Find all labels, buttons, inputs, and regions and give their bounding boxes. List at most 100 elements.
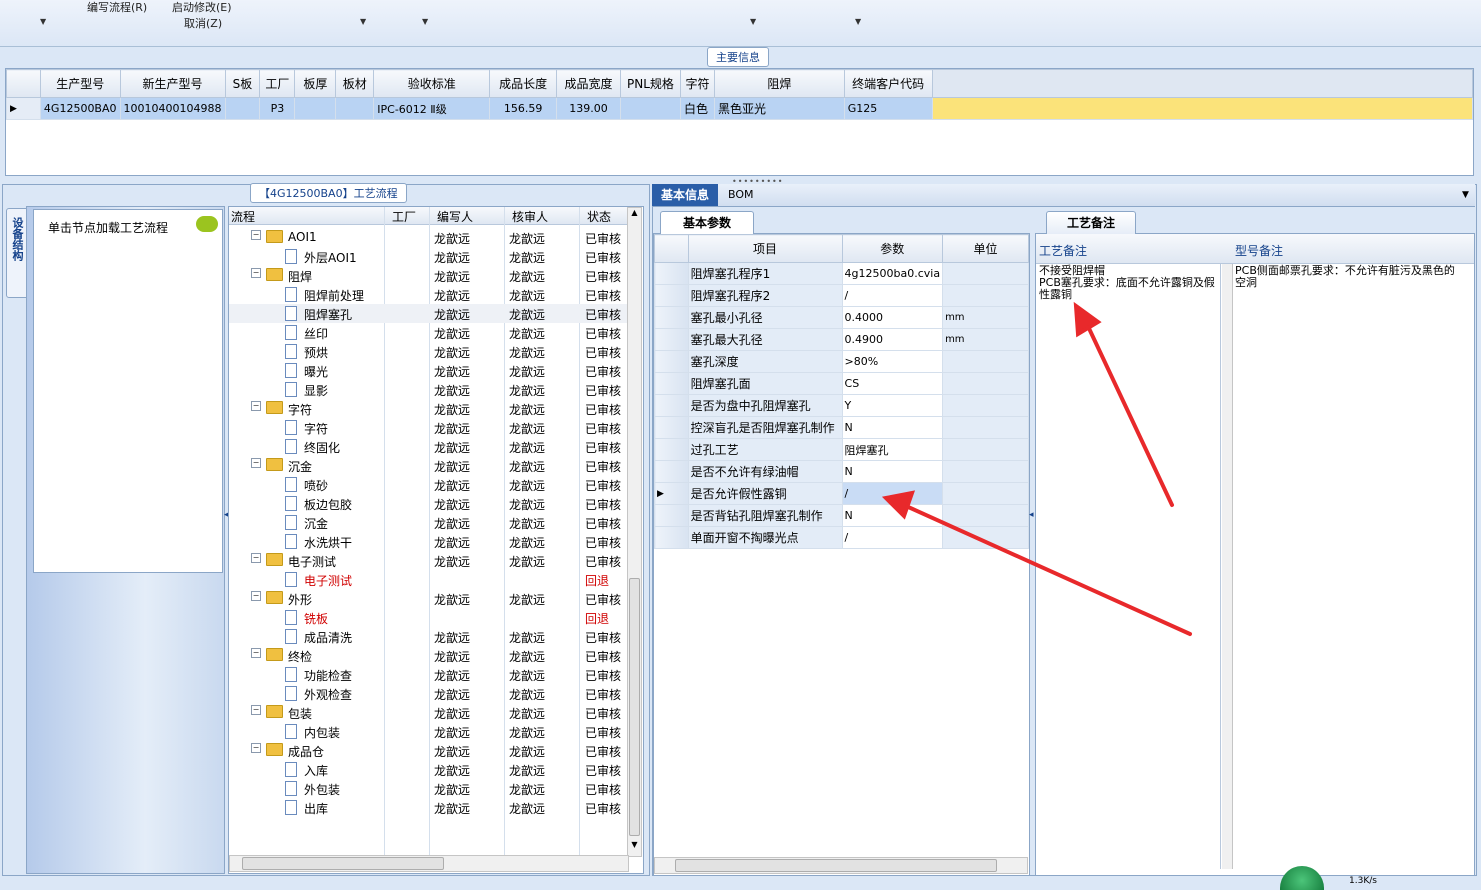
row-header[interactable] (654, 394, 689, 417)
dropdown-arrow-icon[interactable]: ▼ (40, 17, 46, 26)
param-row[interactable]: 单面开窗不掏曝光点 / (654, 526, 1029, 549)
tree-row[interactable]: 终固化 龙歆远 龙歆远 已审核 (229, 437, 627, 456)
tree-row[interactable]: 成品清洗 龙歆远 龙歆远 已审核 (229, 627, 627, 646)
param-row[interactable]: 塞孔深度 >80% (654, 350, 1029, 373)
tree-row[interactable]: 电子测试 回退 (229, 570, 627, 589)
subtab-basic-params[interactable]: 基本参数 (660, 211, 754, 234)
tab-bom[interactable]: BOM (728, 188, 754, 201)
param-row[interactable]: 塞孔最小孔径 0.4000 mm (654, 306, 1029, 329)
tree-row[interactable]: 功能检查 龙歆远 龙歆远 已审核 (229, 665, 627, 684)
param-value[interactable]: N (841, 504, 944, 527)
param-row[interactable]: 阻焊塞孔程序1 4g12500ba0.cvia (654, 262, 1029, 285)
tree-row[interactable]: 入库 龙歆远 龙歆远 已审核 (229, 760, 627, 779)
cell[interactable] (294, 97, 337, 120)
param-value[interactable]: / (841, 526, 944, 549)
tree-row[interactable]: 水洗烘干 龙歆远 龙歆远 已审核 (229, 532, 627, 551)
row-header[interactable] (654, 416, 689, 439)
vertical-scrollbar[interactable] (1222, 264, 1233, 869)
tree-row[interactable]: − 沉金 龙歆远 龙歆远 已审核 (229, 456, 627, 475)
cell[interactable]: 156.59 (489, 97, 558, 120)
tree-row[interactable]: − 电子测试 龙歆远 龙歆远 已审核 (229, 551, 627, 570)
device-list[interactable]: 单击节点加载工艺流程 (33, 209, 223, 573)
col-header[interactable]: PNL规格 (620, 69, 681, 98)
tree-row[interactable]: − 字符 龙歆远 龙歆远 已审核 (229, 399, 627, 418)
cell[interactable]: P3 (259, 97, 296, 120)
model-remark-box[interactable]: PCB侧面邮票孔要求：不允许有脏污及黑色的空洞 (1234, 264, 1464, 869)
param-value[interactable]: 0.4000 (841, 306, 944, 329)
tree-row[interactable]: 内包装 龙歆远 龙歆远 已审核 (229, 722, 627, 741)
collapse-toggle-icon[interactable]: − (251, 591, 261, 601)
row-header[interactable] (654, 460, 689, 483)
cell[interactable] (620, 97, 681, 120)
tab-menu-chevron-down-icon[interactable]: ▼ (1462, 190, 1469, 200)
start-modify-button[interactable]: 启动修改(E) (172, 0, 232, 15)
collapse-toggle-icon[interactable]: − (251, 648, 261, 658)
horizontal-scrollbar[interactable] (229, 855, 629, 872)
scrollbar-thumb[interactable] (675, 859, 997, 872)
col-header[interactable]: 核审人 (512, 208, 548, 225)
tab-basic-info[interactable]: 基本信息 (652, 184, 718, 206)
cell[interactable]: 白色 (679, 97, 715, 120)
param-value[interactable]: / (841, 482, 944, 505)
collapse-toggle-icon[interactable]: − (251, 401, 261, 411)
write-flow-button[interactable]: 编写流程(R) (87, 0, 147, 15)
scrollbar-thumb[interactable] (629, 578, 640, 836)
tree-row[interactable]: 阻焊塞孔 龙歆远 龙歆远 已审核 (229, 304, 627, 323)
row-header[interactable] (654, 526, 689, 549)
col-header[interactable]: 字符 (679, 69, 715, 98)
col-header[interactable]: 编写人 (437, 208, 473, 225)
col-header[interactable]: 终端客户代码 (843, 69, 933, 98)
param-row[interactable]: 控深盲孔是否阻焊塞孔制作 N (654, 416, 1029, 439)
tree-row[interactable]: 喷砂 龙歆远 龙歆远 已审核 (229, 475, 627, 494)
col-header[interactable]: 工厂 (392, 208, 416, 225)
tree-row[interactable]: 显影 龙歆远 龙歆远 已审核 (229, 380, 627, 399)
col-header[interactable]: S板 (224, 69, 261, 98)
tree-row[interactable]: 阻焊前处理 龙歆远 龙歆远 已审核 (229, 285, 627, 304)
cell[interactable]: 黑色亚光 (713, 97, 845, 120)
dropdown-arrow-icon[interactable]: ▼ (855, 17, 861, 26)
param-value[interactable]: CS (841, 372, 944, 395)
col-header[interactable]: 成品长度 (489, 69, 558, 98)
col-header[interactable]: 板厚 (294, 69, 337, 98)
col-header[interactable]: 板材 (335, 69, 375, 98)
row-header[interactable] (654, 284, 689, 307)
tree-row[interactable]: 铣板 回退 (229, 608, 627, 627)
dropdown-arrow-icon[interactable]: ▼ (750, 17, 756, 26)
row-header[interactable] (654, 438, 689, 461)
cell[interactable]: G125 (843, 97, 933, 120)
collapse-toggle-icon[interactable]: − (251, 458, 261, 468)
row-header[interactable] (654, 306, 689, 329)
param-row[interactable]: 是否背钻孔阻焊塞孔制作 N (654, 504, 1029, 527)
tab-process-remark[interactable]: 工艺备注 (1046, 211, 1136, 234)
param-value[interactable]: 0.4900 (841, 328, 944, 351)
process-remark-box[interactable]: 不接受阻焊帽 PCB塞孔要求：底面不允许露铜及假性露铜 (1036, 264, 1221, 869)
cancel-button[interactable]: 取消(Z) (184, 15, 222, 31)
tree-row[interactable]: 沉金 龙歆远 龙歆远 已审核 (229, 513, 627, 532)
scrollbar-thumb[interactable] (242, 857, 444, 870)
table-row[interactable]: ▶ 4G12500BA0 10010400104988 P3 IPC-6012 … (6, 97, 1474, 120)
cell-highlight[interactable] (931, 97, 1474, 120)
param-row[interactable]: 塞孔最大孔径 0.4900 mm (654, 328, 1029, 351)
vertical-tab-device-structure[interactable]: 设备结构 (6, 208, 28, 298)
param-value[interactable]: 4g12500ba0.cvia (841, 262, 944, 285)
cell[interactable] (224, 97, 261, 120)
tree-row[interactable]: 外包装 龙歆远 龙歆远 已审核 (229, 779, 627, 798)
tree-row[interactable]: − AOI1 龙歆远 龙歆远 已审核 (229, 228, 627, 247)
tree-row[interactable]: − 包装 龙歆远 龙歆远 已审核 (229, 703, 627, 722)
row-header[interactable] (654, 328, 689, 351)
param-value[interactable]: 阻焊塞孔 (841, 438, 944, 461)
param-value[interactable]: Y (841, 394, 944, 417)
col-header[interactable]: 新生产型号 (119, 69, 226, 98)
param-row[interactable]: 阻焊塞孔程序2/ (654, 284, 1029, 307)
speech-bubble-icon[interactable] (196, 216, 218, 232)
param-value[interactable]: / (841, 284, 944, 307)
param-value[interactable]: N (841, 460, 944, 483)
tree-row[interactable]: 外层AOI1 龙歆远 龙歆远 已审核 (229, 247, 627, 266)
row-header[interactable] (654, 372, 689, 395)
tree-row[interactable]: 预烘 龙歆远 龙歆远 已审核 (229, 342, 627, 361)
collapse-arrow-icon[interactable]: ◂ (1029, 510, 1034, 520)
col-header[interactable]: 流程 (231, 208, 255, 225)
col-header[interactable]: 型号备注 (1235, 242, 1283, 259)
vertical-scrollbar[interactable]: ▲ ▼ (627, 207, 642, 857)
cell[interactable]: 10010400104988 (119, 97, 226, 120)
